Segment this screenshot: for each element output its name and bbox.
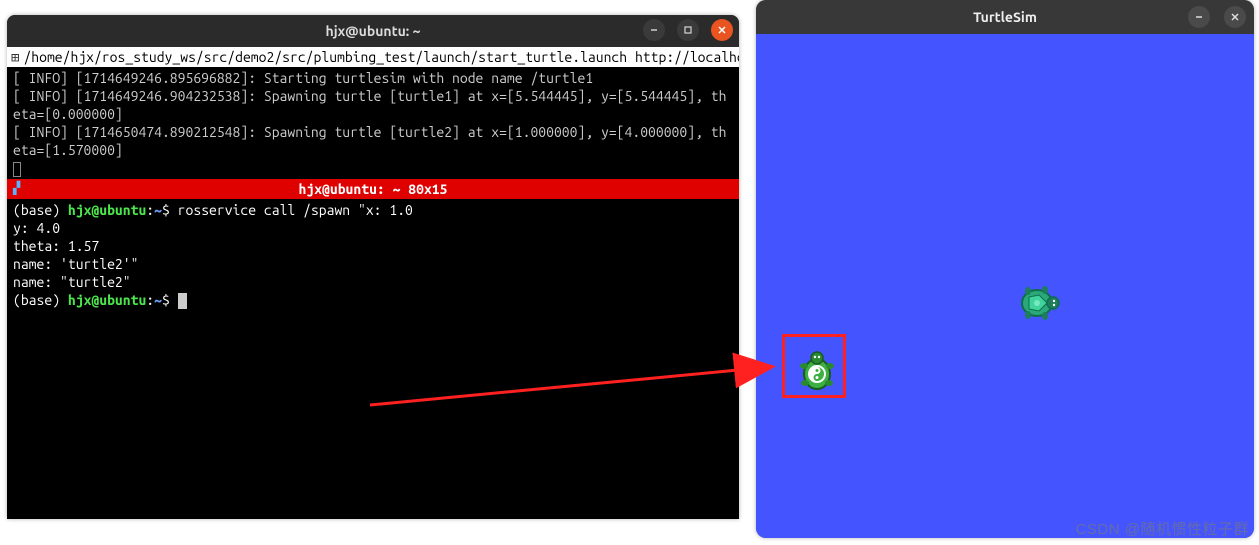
prompt-user: hjx@ubuntu [68,202,146,218]
close-button[interactable] [711,19,733,41]
highlight-box [782,334,846,398]
prompt-base: (base) [13,292,68,308]
terminal-window: hjx@ubuntu: ~ ⊞ /home/hjx/ros_study_ws/s… [7,15,739,519]
prompt-path: ~ [154,202,162,218]
window-controls [1188,6,1246,28]
turtlesim-window: TurtleSim [756,0,1254,538]
terminal-body[interactable]: ⊞ /home/hjx/ros_study_ws/src/demo2/src/p… [7,47,739,519]
command-text: rosservice call /spawn "x: 1.0 [178,202,413,218]
maximize-button[interactable] [677,19,699,41]
split-icon: ⊞ [11,48,19,66]
cursor-outline [13,162,21,177]
log-line: [ INFO] [1714649246.895696882]: Starting… [13,70,593,86]
minimize-button[interactable] [643,19,665,41]
shell-pane[interactable]: (base) hjx@ubuntu:~$ rosservice call /sp… [7,199,739,311]
window-controls [643,19,733,41]
prompt-dollar: $ [162,202,178,218]
minimize-button[interactable] [1188,6,1210,28]
pane-divider-bar: ▞ hjx@ubuntu: ~ 80x15 [7,179,739,199]
close-button[interactable] [1224,6,1246,28]
log-output: [ INFO] [1714649246.895696882]: Starting… [7,67,739,179]
prompt-colon: : [146,202,154,218]
turtlesim-title: TurtleSim [973,9,1037,25]
pane-icon: ▞ [13,180,20,198]
cursor-block [178,293,187,309]
command-line: theta: 1.57 [13,238,99,254]
output-line: name: "turtle2" [13,274,131,290]
log-line: [ INFO] [1714649246.904232538]: Spawning… [13,88,726,122]
turtle1-sprite [1017,281,1061,325]
watermark: CSDN @随机惯性粒子群 [1076,518,1249,539]
terminal-title: hjx@ubuntu: ~ [326,23,421,39]
turtlesim-titlebar[interactable]: TurtleSim [756,0,1254,34]
prompt-user: hjx@ubuntu [68,292,146,308]
terminal-titlebar[interactable]: hjx@ubuntu: ~ [7,15,739,47]
pane-title: hjx@ubuntu: ~ 80x15 [7,180,739,198]
prompt-base: (base) [13,202,68,218]
path-text: /home/hjx/ros_study_ws/src/demo2/src/plu… [23,48,739,66]
turtlesim-canvas[interactable] [756,34,1254,538]
command-line: y: 4.0 [13,220,60,236]
prompt-dollar: $ [162,292,178,308]
path-bar: ⊞ /home/hjx/ros_study_ws/src/demo2/src/p… [7,47,739,67]
log-line: [ INFO] [1714650474.890212548]: Spawning… [13,124,726,158]
prompt-colon: : [146,292,154,308]
command-line: name: 'turtle2'" [13,256,138,272]
prompt-path: ~ [154,292,162,308]
